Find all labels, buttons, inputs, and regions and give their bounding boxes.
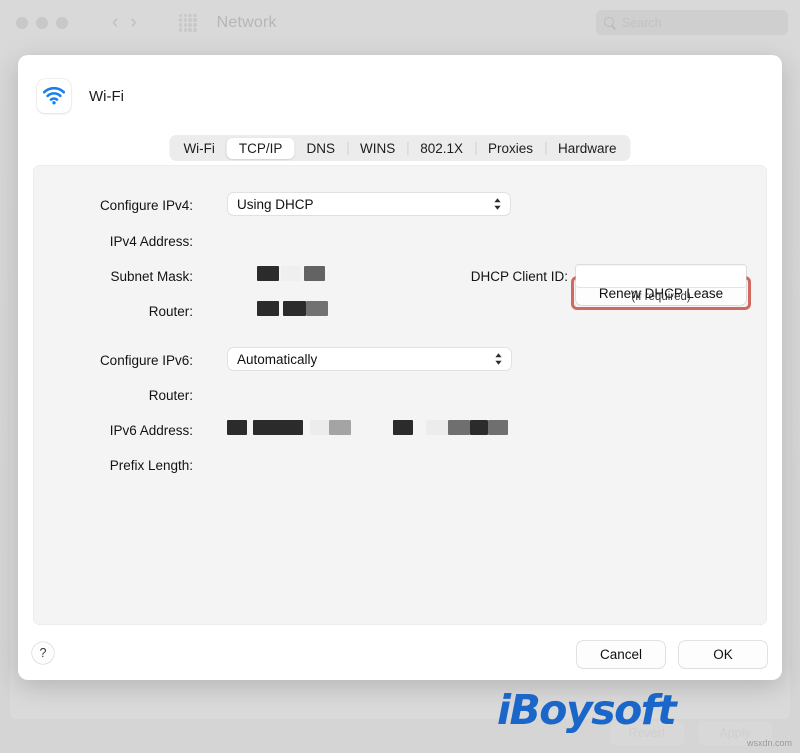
tab-8021x[interactable]: 802.1X: [408, 138, 475, 159]
ipv6-address-label: IPv6 Address:: [109, 423, 193, 438]
ok-button[interactable]: OK: [679, 641, 767, 668]
wifi-icon: [37, 79, 71, 113]
tcpip-settings-sheet: Wi-Fi Wi-Fi TCP/IP DNS WINS 802.1X Proxi…: [18, 55, 782, 680]
ipv4-router-label: Router:: [148, 304, 193, 319]
back-chevron-icon[interactable]: ‹: [112, 13, 118, 32]
window-title: Network: [216, 13, 277, 31]
sheet-title: Wi-Fi: [89, 87, 124, 105]
navigation-arrows[interactable]: ‹ ›: [112, 13, 137, 32]
tab-wins[interactable]: WINS: [348, 138, 407, 159]
sheet-header: Wi-Fi: [18, 55, 782, 137]
window-toolbar: ‹ › Network Search: [0, 0, 800, 45]
search-placeholder: Search: [622, 15, 662, 30]
prefix-length-label: Prefix Length:: [109, 458, 193, 473]
configure-ipv6-value: Automatically: [237, 351, 318, 367]
iboysoft-watermark: iBoysoft: [497, 686, 677, 734]
configure-ipv6-select[interactable]: Automatically: [228, 348, 511, 370]
zoom-button[interactable]: [56, 16, 68, 29]
tcpip-content-panel: Configure IPv4: Using DHCP IPv4 Address:…: [33, 165, 767, 625]
dhcp-client-id-input[interactable]: [576, 265, 746, 287]
source-watermark: wsxdn.com: [746, 738, 792, 748]
dhcp-client-id-hint: (If required): [631, 291, 691, 303]
chevron-updown-icon: [493, 197, 502, 211]
settings-tabbar[interactable]: Wi-Fi TCP/IP DNS WINS 802.1X Proxies Har…: [169, 135, 631, 161]
traffic-light-buttons[interactable]: [16, 16, 68, 29]
configure-ipv4-select[interactable]: Using DHCP: [228, 193, 510, 215]
configure-ipv6-label: Configure IPv6:: [99, 353, 193, 368]
configure-ipv4-label: Configure IPv4:: [99, 198, 193, 213]
tab-dns[interactable]: DNS: [294, 138, 347, 159]
minimize-button[interactable]: [36, 16, 48, 29]
screenshot-root: ‹ › Network Search Revert Apply Wi-Fi Wi…: [0, 0, 800, 753]
chevron-updown-icon: [494, 352, 503, 366]
ipv6-router-label: Router:: [148, 388, 193, 403]
configure-ipv4-value: Using DHCP: [237, 196, 314, 212]
tab-wifi[interactable]: Wi-Fi: [171, 138, 226, 159]
subnet-mask-label: Subnet Mask:: [110, 269, 193, 284]
search-field[interactable]: Search: [596, 10, 788, 35]
tab-tcpip[interactable]: TCP/IP: [226, 137, 295, 159]
tab-hardware[interactable]: Hardware: [546, 138, 629, 159]
help-button[interactable]: ?: [32, 642, 54, 664]
tab-proxies[interactable]: Proxies: [476, 138, 545, 159]
search-icon: [604, 16, 616, 29]
dhcp-client-id-label: DHCP Client ID:: [470, 269, 568, 284]
show-all-grid-icon[interactable]: [178, 13, 197, 32]
forward-chevron-icon[interactable]: ›: [130, 13, 136, 32]
close-button[interactable]: [16, 16, 28, 29]
cancel-button[interactable]: Cancel: [577, 641, 665, 668]
ipv4-address-label: IPv4 Address:: [109, 234, 193, 249]
sheet-footer-buttons: Cancel OK: [577, 641, 767, 668]
